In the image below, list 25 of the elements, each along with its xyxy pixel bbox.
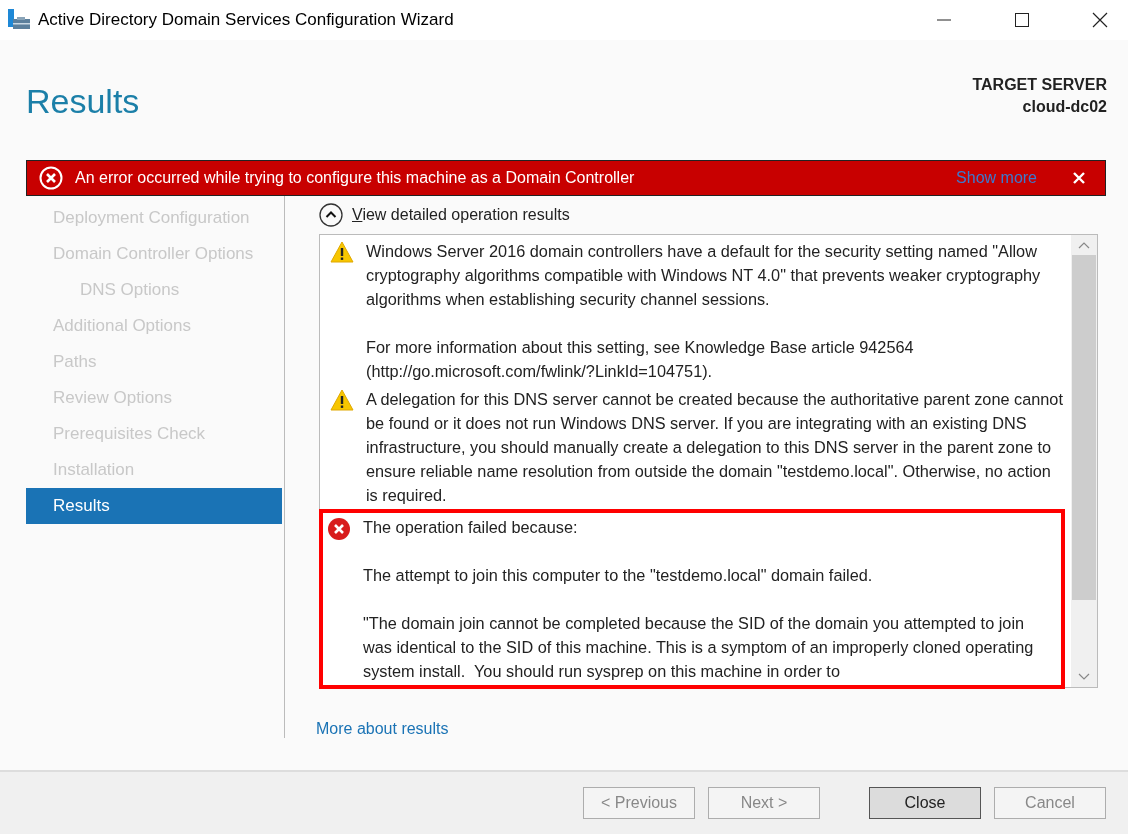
error-message: An error occurred while trying to configure this machine as a Domain Controller <box>75 169 635 187</box>
scroll-down-icon[interactable] <box>1078 673 1090 681</box>
message-text: The attempt to join this computer to the "testdemo.local" domain failed. <box>363 565 874 586</box>
target-server-label: TARGET SERVER <box>972 76 1107 94</box>
wizard-button[interactable]: Close <box>869 787 981 819</box>
close-icon[interactable] <box>1092 12 1108 28</box>
message-text: Windows Server 2016 domain controllers have a default for the security setting named "Allow cryptography algorithms compatible with Windows NT 4.0" that prevents weaker cryptography algorithms when establishing security channel sessions. <box>366 241 1042 310</box>
message-text: For more information about this setting, see Knowledge Base article 942564 (http://go.microsoft.com/fwlink/?LinkId=104751). <box>366 337 915 382</box>
message-text: "The domain join cannot be completed because the SID of the domain you attempted to join was identical to the SID of this machine. This is a symptom of an improperly cloned operating system install. You should run sysprep on this machine in order to <box>363 613 1035 682</box>
target-server-name: cloud-dc02 <box>1022 98 1107 116</box>
collapse-icon[interactable] <box>319 203 343 227</box>
more-about-results-link[interactable]: More about results <box>316 720 1098 738</box>
message-text: The operation failed because: <box>363 517 579 538</box>
error-icon <box>39 166 63 190</box>
message-text: A delegation for this DNS server cannot be created because the authoritative parent zone cannot be found or it does not run Windows DNS server. If you are integrating with an existing DNS infrastructure, you should manually create a delegation to this DNS server in the parent zone to ensure reliable name resolution from outside the domain "testdemo.local". Otherwise, no action is required. <box>366 389 1064 506</box>
scrollbar[interactable] <box>1071 235 1097 687</box>
details-toggle-link[interactable]: View detailed operation results <box>352 206 570 224</box>
maximize-icon[interactable] <box>1014 12 1030 28</box>
page-title: Results <box>26 82 140 122</box>
sidebar-item[interactable]: Results <box>26 488 282 524</box>
error-icon <box>327 517 351 541</box>
server-app-icon <box>8 9 30 31</box>
show-more-link[interactable]: Show more <box>956 169 1037 187</box>
window-title: Active Directory Domain Services Configuration Wizard <box>38 10 454 30</box>
scroll-up-icon[interactable] <box>1078 241 1090 249</box>
